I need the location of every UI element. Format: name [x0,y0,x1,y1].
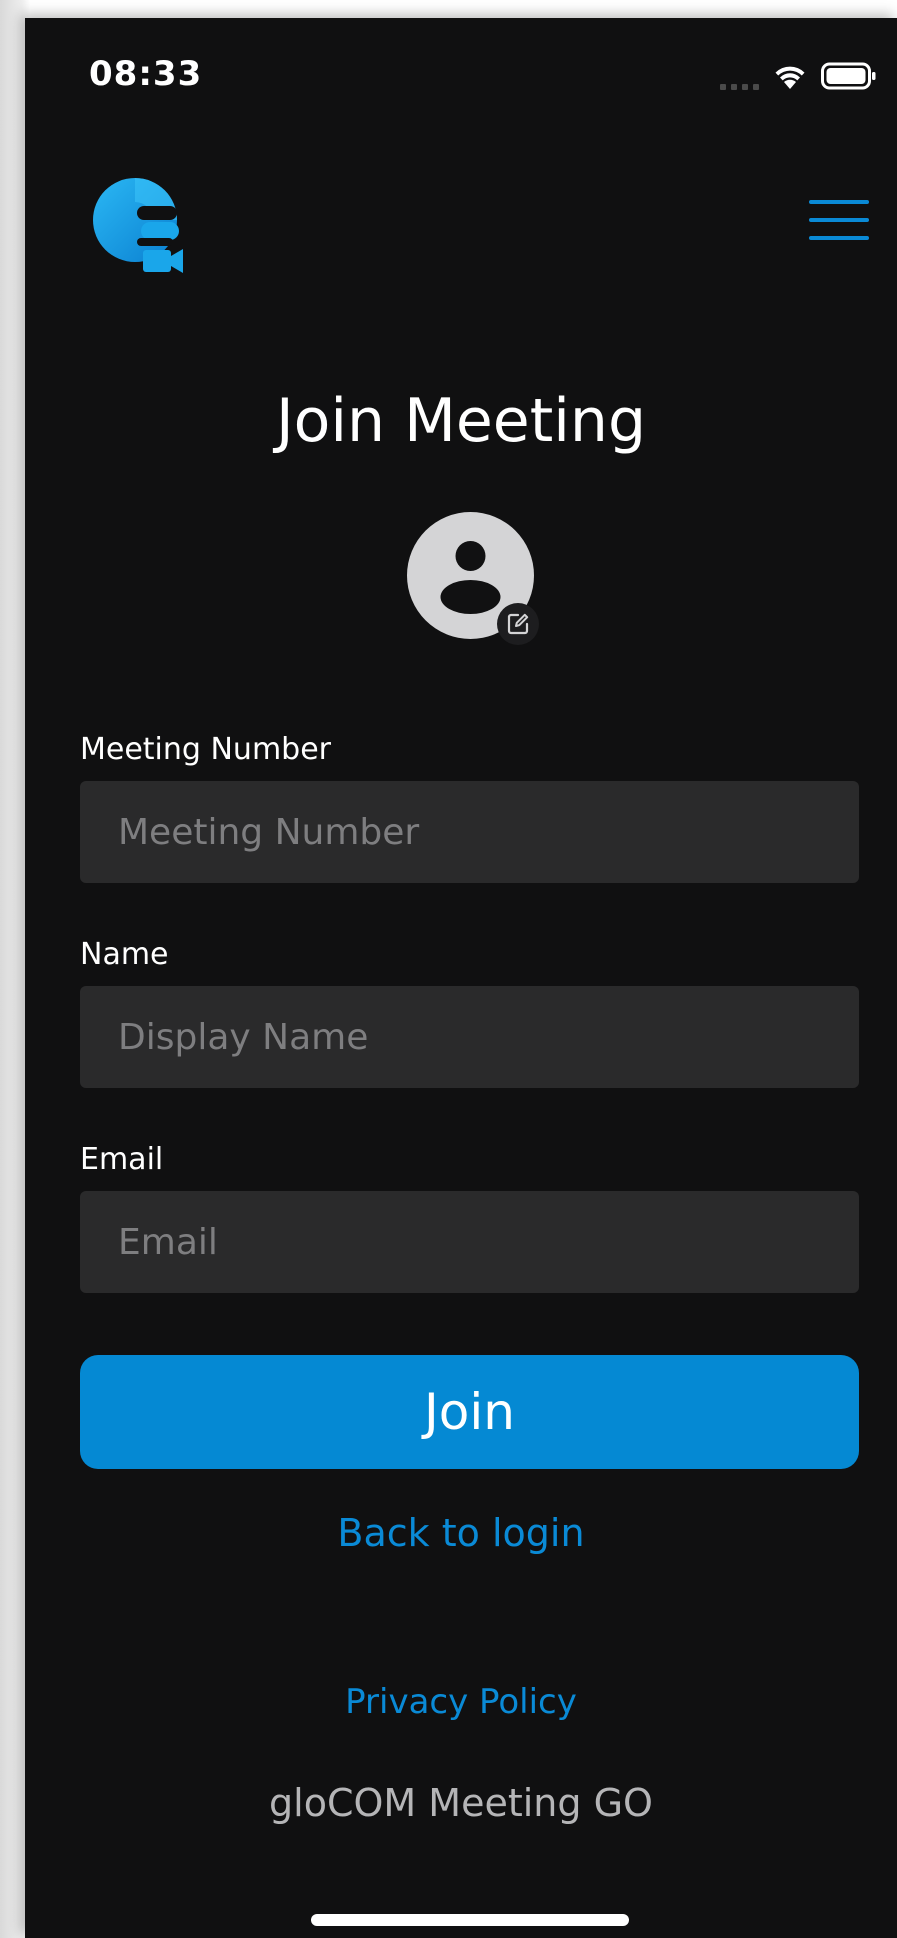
display-name-input[interactable] [80,986,859,1088]
avatar-edit-button[interactable] [497,603,539,645]
menu-button[interactable] [809,200,871,244]
page-title: Join Meeting [275,386,647,456]
battery-icon [821,62,876,90]
name-label: Name [80,937,169,972]
wifi-icon [775,66,805,89]
edit-pencil-icon [507,613,529,635]
privacy-policy-link[interactable]: Privacy Policy [25,1682,897,1722]
meeting-number-label: Meeting Number [80,732,332,767]
join-button[interactable]: Join [80,1355,859,1469]
hamburger-menu-icon [809,200,869,204]
status-icons [720,60,877,92]
meeting-number-input[interactable] [80,781,859,883]
app-name: gloCOM Meeting GO [269,1781,653,1825]
status-time: 08:33 [89,54,203,94]
back-to-login-link[interactable]: Back to login [25,1511,897,1555]
phone-screen: 08:33 Join Meeting Meeting Number Meetin… [25,18,897,1938]
email-label: Email [80,1142,164,1177]
glocom-logo-icon [93,178,183,273]
home-indicator[interactable] [311,1914,629,1926]
cellular-signal-icon [720,60,759,92]
email-input[interactable] [80,1191,859,1293]
